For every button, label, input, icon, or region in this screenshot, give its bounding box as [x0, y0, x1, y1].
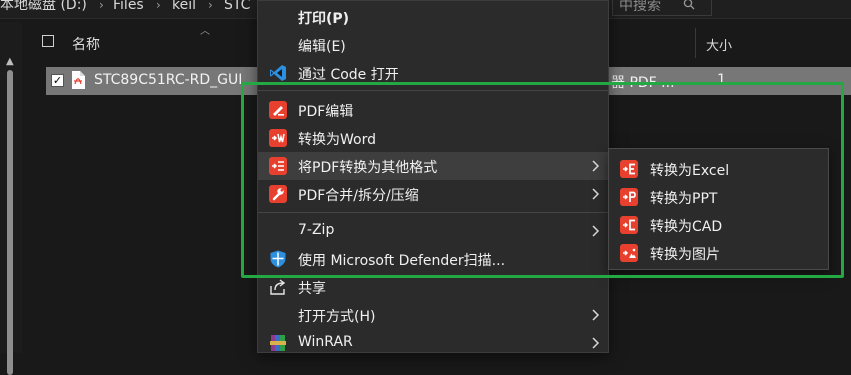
- menu-item-convert-other[interactable]: 将PDF转换为其他格式: [258, 152, 608, 180]
- menu-item-label: PDF合并/拆分/压缩: [298, 188, 419, 204]
- menu-separator: [258, 212, 608, 213]
- file-type: 器 PDF ...: [611, 75, 675, 91]
- vscode-icon: [270, 65, 286, 81]
- menu-item-share[interactable]: 共享: [258, 273, 608, 301]
- context-menu: 打印(P) 编辑(E) 通过 Code 打开 PDF编辑 转换为Word 将PD…: [257, 0, 609, 353]
- submenu-item-label: 转换为图片: [650, 247, 720, 263]
- menu-item-label: PDF编辑: [298, 104, 354, 120]
- submenu-item-convert-ppt[interactable]: 转换为PPT: [609, 183, 828, 211]
- breadcrumb-stc[interactable]: STC: [224, 0, 250, 12]
- menu-item-label: 打印(P): [298, 11, 350, 27]
- menu-separator: [258, 90, 608, 91]
- breadcrumb-files[interactable]: Files: [113, 0, 144, 12]
- scroll-up-arrow-icon[interactable]: ▲: [6, 56, 14, 67]
- menu-item-label: 通过 Code 打开: [298, 67, 399, 83]
- menu-item-label: WinRAR: [298, 334, 353, 350]
- chevron-right-icon: [592, 309, 600, 321]
- search-input[interactable]: 中搜索: [612, 0, 712, 16]
- menu-item-edit[interactable]: 编辑(E): [258, 31, 608, 59]
- menu-item-print[interactable]: 打印(P): [258, 3, 608, 31]
- menu-item-open-with-code[interactable]: 通过 Code 打开: [258, 59, 608, 87]
- pdf-to-excel-icon: [620, 160, 638, 178]
- chevron-right-icon: [592, 188, 600, 200]
- pdf-to-cad-icon: [620, 216, 638, 234]
- file-name: STC89C51RC-RD_GUI: [94, 72, 243, 88]
- menu-item-label: 7-Zip: [298, 222, 335, 238]
- breadcrumb-separator-icon: ›: [156, 0, 161, 12]
- chevron-right-icon: [592, 160, 600, 172]
- submenu-item-label: 转换为Excel: [650, 163, 730, 179]
- select-all-checkbox[interactable]: [42, 35, 54, 47]
- pdf-to-ppt-icon: [620, 188, 638, 206]
- file-size: 1: [717, 72, 726, 88]
- menu-item-label: 转换为Word: [298, 132, 376, 148]
- search-icon[interactable]: [683, 0, 695, 10]
- share-icon: [270, 279, 286, 295]
- pdf-edit-icon: [269, 101, 287, 119]
- menu-item-open-with[interactable]: 打开方式(H): [258, 301, 608, 329]
- pdf-convert-other-icon: [269, 157, 287, 175]
- winrar-icon: [270, 335, 286, 351]
- menu-item-defender-scan[interactable]: 使用 Microsoft Defender扫描...: [258, 245, 608, 273]
- convert-submenu: 转换为Excel 转换为PPT 转换为CAD 转换为图片: [608, 148, 829, 270]
- breadcrumb-drive[interactable]: 本地磁盘 (D:): [0, 0, 87, 12]
- menu-item-label: 将PDF转换为其他格式: [298, 160, 438, 176]
- submenu-item-label: 转换为CAD: [650, 219, 723, 235]
- chevron-right-icon: [592, 225, 600, 237]
- search-placeholder: 中搜索: [619, 0, 661, 14]
- column-divider[interactable]: [695, 28, 696, 58]
- menu-item-label: 编辑(E): [298, 39, 346, 55]
- column-header-size[interactable]: 大小: [706, 35, 732, 54]
- chevron-right-icon: [592, 337, 600, 349]
- sort-chevron-icon: ︿: [200, 26, 210, 37]
- menu-item-label: 打开方式(H): [298, 309, 376, 325]
- pdf-file-icon: [72, 71, 85, 89]
- pdf-to-word-icon: [269, 129, 287, 147]
- pdf-to-image-icon: [620, 244, 638, 262]
- vertical-scrollbar[interactable]: ▲: [0, 22, 22, 375]
- defender-shield-icon: [270, 250, 286, 268]
- submenu-item-convert-excel[interactable]: 转换为Excel: [609, 155, 828, 183]
- menu-item-pdf-edit[interactable]: PDF编辑: [258, 96, 608, 124]
- submenu-item-convert-cad[interactable]: 转换为CAD: [609, 211, 828, 239]
- pdf-tools-icon: [269, 185, 287, 203]
- row-checkbox-checked[interactable]: ✓: [51, 74, 64, 87]
- submenu-item-label: 转换为PPT: [650, 191, 718, 207]
- menu-item-label: 共享: [298, 281, 326, 297]
- column-header-name[interactable]: 名称: [72, 34, 100, 54]
- menu-item-convert-word[interactable]: 转换为Word: [258, 124, 608, 152]
- submenu-item-convert-image[interactable]: 转换为图片: [609, 239, 828, 267]
- menu-item-7zip[interactable]: 7-Zip: [258, 217, 608, 245]
- breadcrumb-separator-icon: ›: [99, 0, 104, 12]
- menu-item-label: 使用 Microsoft Defender扫描...: [298, 253, 506, 269]
- scrollbar-thumb[interactable]: [7, 70, 13, 375]
- breadcrumb-separator-icon: ›: [208, 0, 213, 12]
- breadcrumb-keil[interactable]: keil: [172, 0, 196, 12]
- menu-item-pdf-merge-split-compress[interactable]: PDF合并/拆分/压缩: [258, 180, 608, 208]
